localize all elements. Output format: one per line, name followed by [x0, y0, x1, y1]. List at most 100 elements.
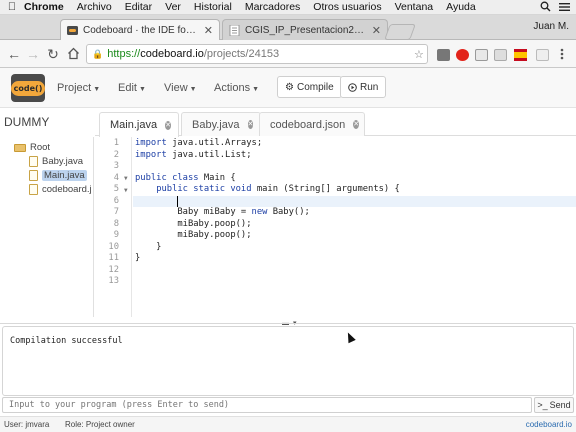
code-line: miBaby.poop(); [135, 230, 252, 240]
status-bar: User: jmvara Role: Project owner codeboa… [0, 416, 576, 432]
close-tab-icon[interactable]: ✕ [353, 120, 360, 129]
tree-file-baby[interactable]: Baby.java [29, 156, 83, 167]
editor-tab-codeboard-json[interactable]: codeboard.json ✕ [259, 112, 365, 136]
browser-menu-icon[interactable] [560, 48, 564, 60]
editor-tab-main[interactable]: Main.java ✕ [99, 112, 179, 137]
tab-strip: Codeboard · the IDE for the cl ✕ CGIS_IP… [0, 15, 576, 40]
menu-historial[interactable]: Historial [194, 1, 232, 13]
compile-label: Compile [296, 81, 334, 93]
code-line: miBaby.poop(); [135, 218, 252, 229]
opera-extension-icon[interactable] [456, 49, 469, 61]
mac-menubar:  Chrome Archivo Editar Ver Historial Ma… [0, 0, 576, 15]
extension-icon[interactable] [536, 49, 549, 61]
code-line: Baby miBaby = new Baby(); [135, 207, 310, 217]
url-path: /projects/24153 [203, 48, 280, 60]
close-tab-icon[interactable]: ✕ [204, 24, 213, 37]
tab-title: CGIS_IP_Presentacion2016_V [245, 24, 367, 36]
codeboard-link[interactable]: codeboard.io [526, 420, 572, 429]
tree-file-codeboard[interactable]: codeboard.j [29, 184, 92, 195]
spanish-flag-icon[interactable] [514, 49, 527, 61]
send-button[interactable]: >_ Send [534, 397, 574, 413]
tab-codeboard[interactable]: Codeboard · the IDE for the cl ✕ [60, 19, 220, 40]
status-role: Role: Project owner [65, 420, 135, 429]
tree-divider[interactable] [93, 137, 94, 317]
project-menu[interactable]: Project ▼ [57, 82, 100, 94]
tree-file-main[interactable]: Main.java [29, 170, 87, 181]
url-host: codeboard.io [140, 48, 204, 60]
edit-menu[interactable]: Edit ▼ [118, 82, 146, 94]
editor-tab-baby[interactable]: Baby.java ✕ [181, 112, 261, 136]
code-line: public class Main { [135, 172, 236, 183]
edit-menu-label: Edit [118, 82, 137, 94]
close-tab-icon[interactable]: ✕ [165, 120, 171, 130]
line-number: 6 [113, 195, 119, 206]
file-icon [29, 170, 38, 181]
tree-node-label: Baby.java [42, 156, 84, 167]
tab-title: Codeboard · the IDE for the cl [83, 24, 199, 36]
view-menu[interactable]: View ▼ [164, 82, 197, 94]
file-tree: Root Baby.java Main.java codeboard.j [0, 137, 94, 317]
editor-tabs: Main.java ✕ Baby.java ✕ codeboard.json ✕ [95, 110, 576, 137]
gear-icon: ⚙ [285, 81, 294, 93]
line-number: 5 [113, 184, 119, 194]
close-tab-icon[interactable]: ✕ [372, 24, 381, 37]
line-number: 4 [113, 172, 119, 183]
menu-ayuda[interactable]: Ayuda [446, 1, 476, 13]
home-icon[interactable] [67, 47, 80, 60]
pocket-extension-icon[interactable] [437, 49, 450, 61]
code-editor[interactable]: 1 2 3 4 5 6 7 8 9 10 11 12 13 ▼ ▼ import… [97, 137, 576, 317]
forward-icon[interactable]: → [25, 46, 41, 62]
fold-arrow-icon[interactable]: ▼ [124, 187, 128, 194]
code-line: } [135, 253, 141, 263]
line-number: 9 [113, 230, 119, 240]
browser-toolbar: ← → ↻ 🔒 https:// codeboard.io /projects/… [0, 40, 576, 68]
line-number: 8 [113, 218, 119, 229]
panel-separator[interactable] [0, 323, 576, 324]
profile-name[interactable]: Juan M. [533, 21, 569, 32]
project-menu-label: Project [57, 82, 92, 94]
reload-icon[interactable]: ↻ [45, 46, 61, 62]
code-line: } [135, 241, 162, 252]
fold-arrow-icon[interactable]: ▼ [124, 175, 128, 182]
tab-presentation[interactable]: CGIS_IP_Presentacion2016_V ✕ [222, 19, 388, 40]
menu-archivo[interactable]: Archivo [77, 1, 112, 13]
caret-down-icon: ▼ [138, 86, 146, 93]
tree-root[interactable]: Root [14, 142, 50, 153]
caret-down-icon: ▼ [189, 86, 197, 93]
line-number: 7 [113, 207, 119, 217]
play-circle-icon [348, 82, 357, 92]
menu-ventana[interactable]: Ventana [395, 1, 434, 13]
send-label: Send [549, 400, 571, 410]
url-protocol: https:// [107, 48, 141, 60]
tree-node-label: Root [30, 142, 51, 153]
logo-text: code() [10, 80, 46, 96]
code-line: public static void main (String[] argume… [156, 184, 400, 194]
line-number: 13 [108, 276, 119, 286]
actions-menu[interactable]: Actions ▼ [214, 82, 259, 94]
line-number: 11 [108, 253, 119, 263]
menu-ver[interactable]: Ver [165, 1, 181, 13]
address-bar[interactable]: 🔒 https:// codeboard.io /projects/24153 [86, 44, 428, 64]
back-icon[interactable]: ← [6, 46, 22, 62]
new-tab-button[interactable] [384, 24, 416, 40]
compile-button[interactable]: ⚙ Compile [277, 76, 342, 98]
list-icon[interactable] [559, 2, 570, 12]
program-input[interactable] [2, 397, 532, 413]
menu-chrome[interactable]: Chrome [24, 1, 64, 13]
console-output: Compilation successful [2, 326, 574, 396]
bookmark-star-icon[interactable]: ☆ [414, 48, 424, 61]
search-icon[interactable] [540, 1, 551, 12]
line-gutter: 1 2 3 4 5 6 7 8 9 10 11 12 13 ▼ ▼ [97, 137, 132, 317]
close-tab-icon[interactable]: ✕ [247, 120, 254, 129]
extension-icon[interactable] [494, 49, 507, 61]
menu-editar[interactable]: Editar [125, 1, 152, 13]
run-label: Run [360, 81, 379, 93]
apple-icon[interactable]:  [0, 1, 24, 13]
run-button[interactable]: Run [340, 76, 387, 98]
extension-icon[interactable] [475, 49, 488, 61]
menu-otros-usuarios[interactable]: Otros usuarios [313, 1, 381, 13]
codeboard-logo[interactable]: code() [10, 74, 46, 102]
app-header: code() Project ▼ Edit ▼ View ▼ Actions ▼ ⚙ C… [0, 68, 576, 108]
tree-node-label: codeboard.j [42, 184, 92, 195]
menu-marcadores[interactable]: Marcadores [245, 1, 300, 13]
